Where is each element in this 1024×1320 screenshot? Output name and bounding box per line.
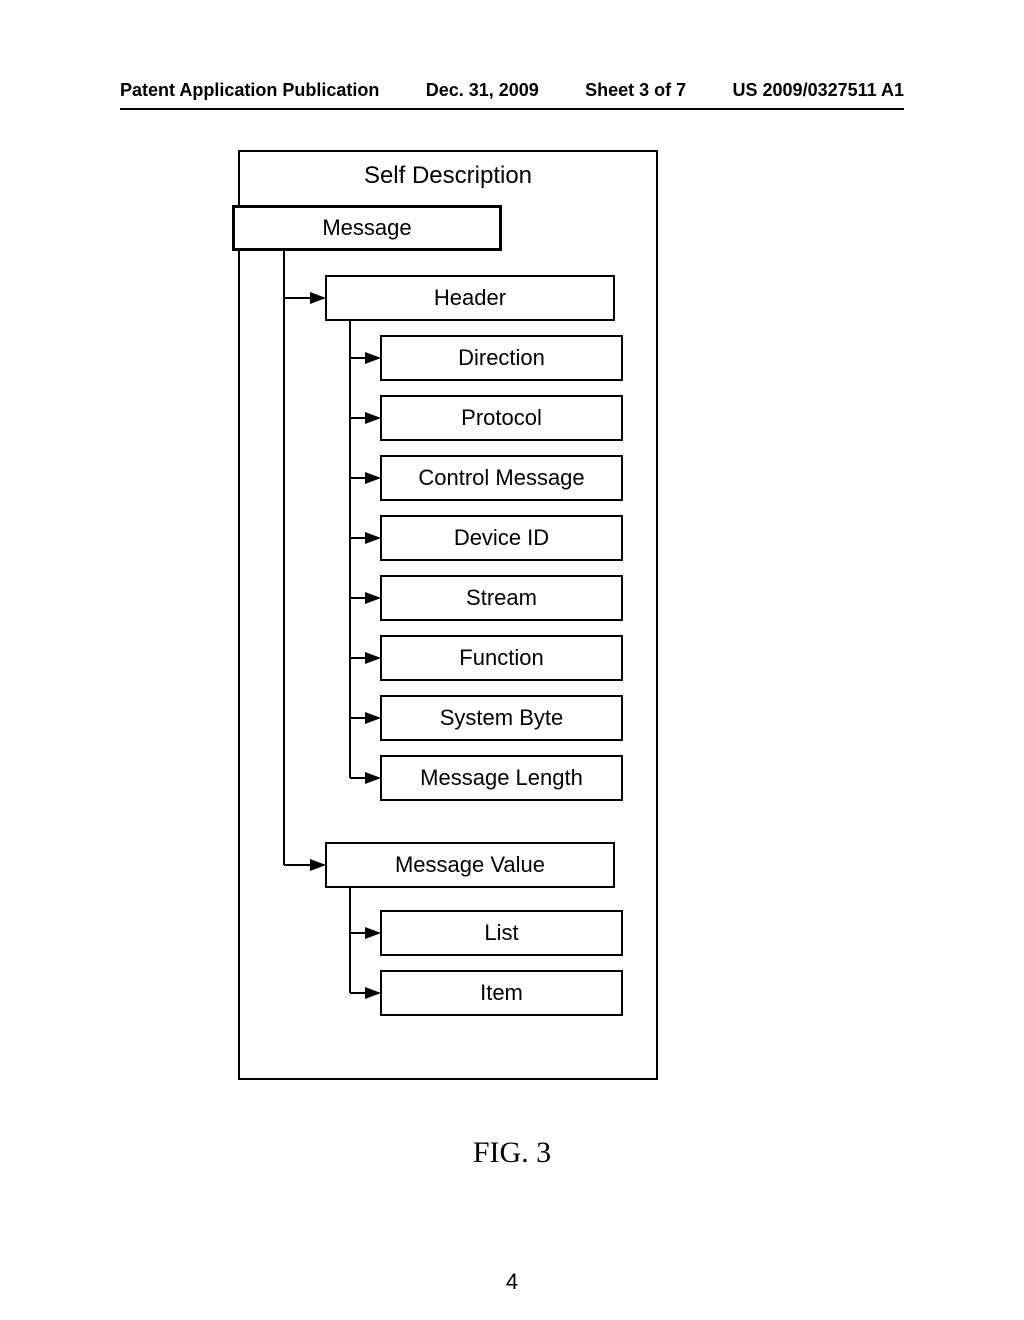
header-left: Patent Application Publication: [120, 80, 379, 101]
figure-label: FIG. 3: [0, 1136, 1024, 1170]
header-sheet: Sheet 3 of 7: [585, 80, 686, 101]
node-header: Header: [325, 275, 615, 321]
node-device-id: Device ID: [380, 515, 623, 561]
node-message-value: Message Value: [325, 842, 615, 888]
diagram-container: Self Description: [238, 150, 658, 1080]
node-direction: Direction: [380, 335, 623, 381]
page: Patent Application Publication Dec. 31, …: [0, 0, 1024, 1320]
node-protocol: Protocol: [380, 395, 623, 441]
node-message-length: Message Length: [380, 755, 623, 801]
page-number: 4: [0, 1269, 1024, 1295]
header-pubno: US 2009/0327511 A1: [733, 80, 904, 101]
header-rule: [120, 108, 904, 110]
page-header: Patent Application Publication Dec. 31, …: [120, 80, 904, 101]
node-control-message: Control Message: [380, 455, 623, 501]
node-message: Message: [232, 205, 502, 251]
header-date: Dec. 31, 2009: [426, 80, 539, 101]
node-list: List: [380, 910, 623, 956]
node-stream: Stream: [380, 575, 623, 621]
node-function: Function: [380, 635, 623, 681]
node-system-byte: System Byte: [380, 695, 623, 741]
node-item: Item: [380, 970, 623, 1016]
